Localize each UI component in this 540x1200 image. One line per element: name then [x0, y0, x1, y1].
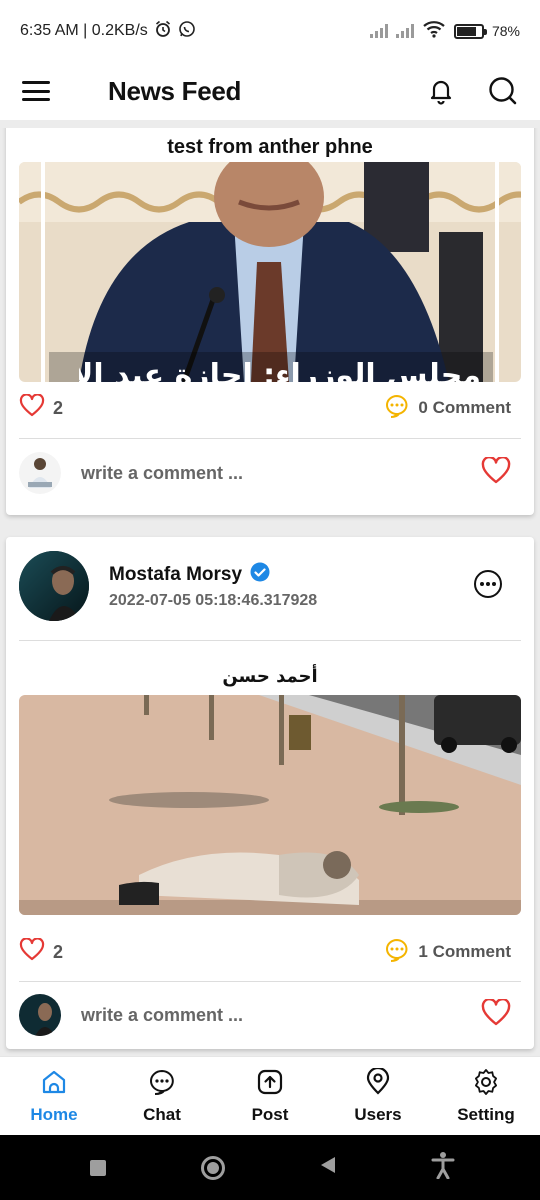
post-header: Mostafa Morsy 2022-07-05 05:18:46.317928: [19, 551, 521, 621]
status-left: 6:35 AM | 0.2KB/s: [20, 20, 196, 43]
avatar: [19, 452, 61, 494]
nav-chat[interactable]: Chat: [108, 1057, 216, 1135]
signal-icon: [369, 24, 388, 38]
nav-label-post: Post: [251, 1104, 289, 1124]
page-title: News Feed: [108, 75, 242, 106]
nav-label-chat: Chat: [143, 1104, 181, 1124]
recents-button[interactable]: [78, 1148, 118, 1188]
status-time: 6:35 AM | 0.2KB/s: [20, 22, 148, 39]
divider: [19, 438, 521, 439]
like-button[interactable]: 2: [19, 936, 64, 967]
post-card: Mostafa Morsy 2022-07-05 05:18:46.317928…: [6, 537, 534, 1049]
accessibility-icon: [431, 1151, 455, 1184]
nav-users[interactable]: Users: [324, 1057, 432, 1135]
square-icon: [89, 1159, 106, 1176]
like-button[interactable]: 2: [19, 392, 64, 423]
whatsapp-icon: [178, 20, 196, 43]
chat-icon: [148, 1068, 176, 1101]
accessibility-button[interactable]: [423, 1148, 463, 1188]
author-block: Mostafa Morsy 2022-07-05 05:18:46.317928: [109, 562, 317, 610]
nav-label-users: Users: [354, 1104, 402, 1124]
like-count: 2: [53, 941, 64, 962]
nav-post[interactable]: Post: [216, 1057, 324, 1135]
nav-setting[interactable]: Setting: [432, 1057, 540, 1135]
status-right: 78%: [369, 20, 520, 43]
system-nav-bar: [0, 1135, 540, 1200]
nav-label-setting: Setting: [457, 1104, 515, 1124]
comment-count: 0 Comment: [418, 398, 511, 417]
avatar: [19, 994, 61, 1036]
comments-button[interactable]: 0 Comment: [384, 394, 511, 423]
battery-icon: [453, 23, 487, 39]
post-image[interactable]: مجلس الوزراء: إجازة عيد الأضحى: [19, 162, 521, 382]
search-icon[interactable]: [488, 76, 518, 106]
nav-label-home: Home: [30, 1104, 78, 1124]
write-comment-row: write a comment ...: [19, 990, 521, 1040]
divider: [19, 981, 521, 982]
post-card: test from anther phne مجلس الوزراء: إجاز: [6, 128, 534, 515]
back-triangle-icon: [319, 1155, 337, 1180]
verified-icon: [250, 562, 270, 588]
app-actions: [426, 76, 518, 106]
author-name-row: Mostafa Morsy: [109, 562, 317, 588]
post-meta: 2 0 Comment: [19, 388, 521, 428]
status-bar: 6:35 AM | 0.2KB/s 78%: [0, 0, 540, 62]
news-feed[interactable]: test from anther phne مجلس الوزراء: إجاز: [0, 128, 540, 1056]
app-bar: News Feed: [0, 62, 540, 120]
battery-percent: 78%: [491, 23, 520, 39]
menu-icon[interactable]: [22, 81, 50, 101]
write-comment-row: write a comment ...: [19, 448, 521, 498]
upload-icon: [256, 1068, 284, 1101]
post-caption: test from anther phne: [167, 136, 373, 158]
post-image[interactable]: [19, 695, 521, 915]
heart-icon[interactable]: [481, 997, 511, 1032]
gear-icon: [472, 1068, 500, 1101]
nav-home[interactable]: Home: [0, 1057, 108, 1135]
heart-icon[interactable]: [481, 455, 511, 490]
bottom-nav: Home Chat Post Users Setting: [0, 1056, 540, 1135]
heart-icon: [19, 936, 45, 967]
more-options-icon[interactable]: [473, 569, 503, 604]
back-button[interactable]: [308, 1148, 348, 1188]
post-timestamp: 2022-07-05 05:18:46.317928: [109, 592, 318, 609]
home-system-button[interactable]: [193, 1148, 233, 1188]
comment-bubble-icon: [384, 938, 410, 967]
circle-icon: [200, 1155, 225, 1180]
bell-icon[interactable]: [426, 76, 456, 106]
comment-input[interactable]: write a comment ...: [81, 463, 481, 484]
home-icon: [40, 1068, 68, 1101]
heart-icon: [19, 392, 45, 423]
alarm-icon: [154, 20, 172, 43]
avatar[interactable]: [19, 551, 89, 621]
like-count: 2: [53, 397, 64, 418]
author-name[interactable]: Mostafa Morsy: [109, 564, 242, 586]
comments-button[interactable]: 1 Comment: [384, 938, 511, 967]
comment-input[interactable]: write a comment ...: [81, 1005, 481, 1026]
signal-icon-2: [395, 24, 414, 38]
wifi-icon: [422, 20, 446, 43]
divider: [19, 640, 521, 641]
comment-bubble-icon: [384, 394, 410, 423]
comment-count: 1 Comment: [418, 942, 511, 961]
post-caption: أحمد حسن: [222, 666, 318, 687]
post-meta: 2 1 Comment: [19, 932, 521, 972]
image-overlay-text: مجلس الوزراء: إجازة عيد الأضحى: [79, 358, 481, 382]
location-pin-icon: [364, 1066, 392, 1101]
